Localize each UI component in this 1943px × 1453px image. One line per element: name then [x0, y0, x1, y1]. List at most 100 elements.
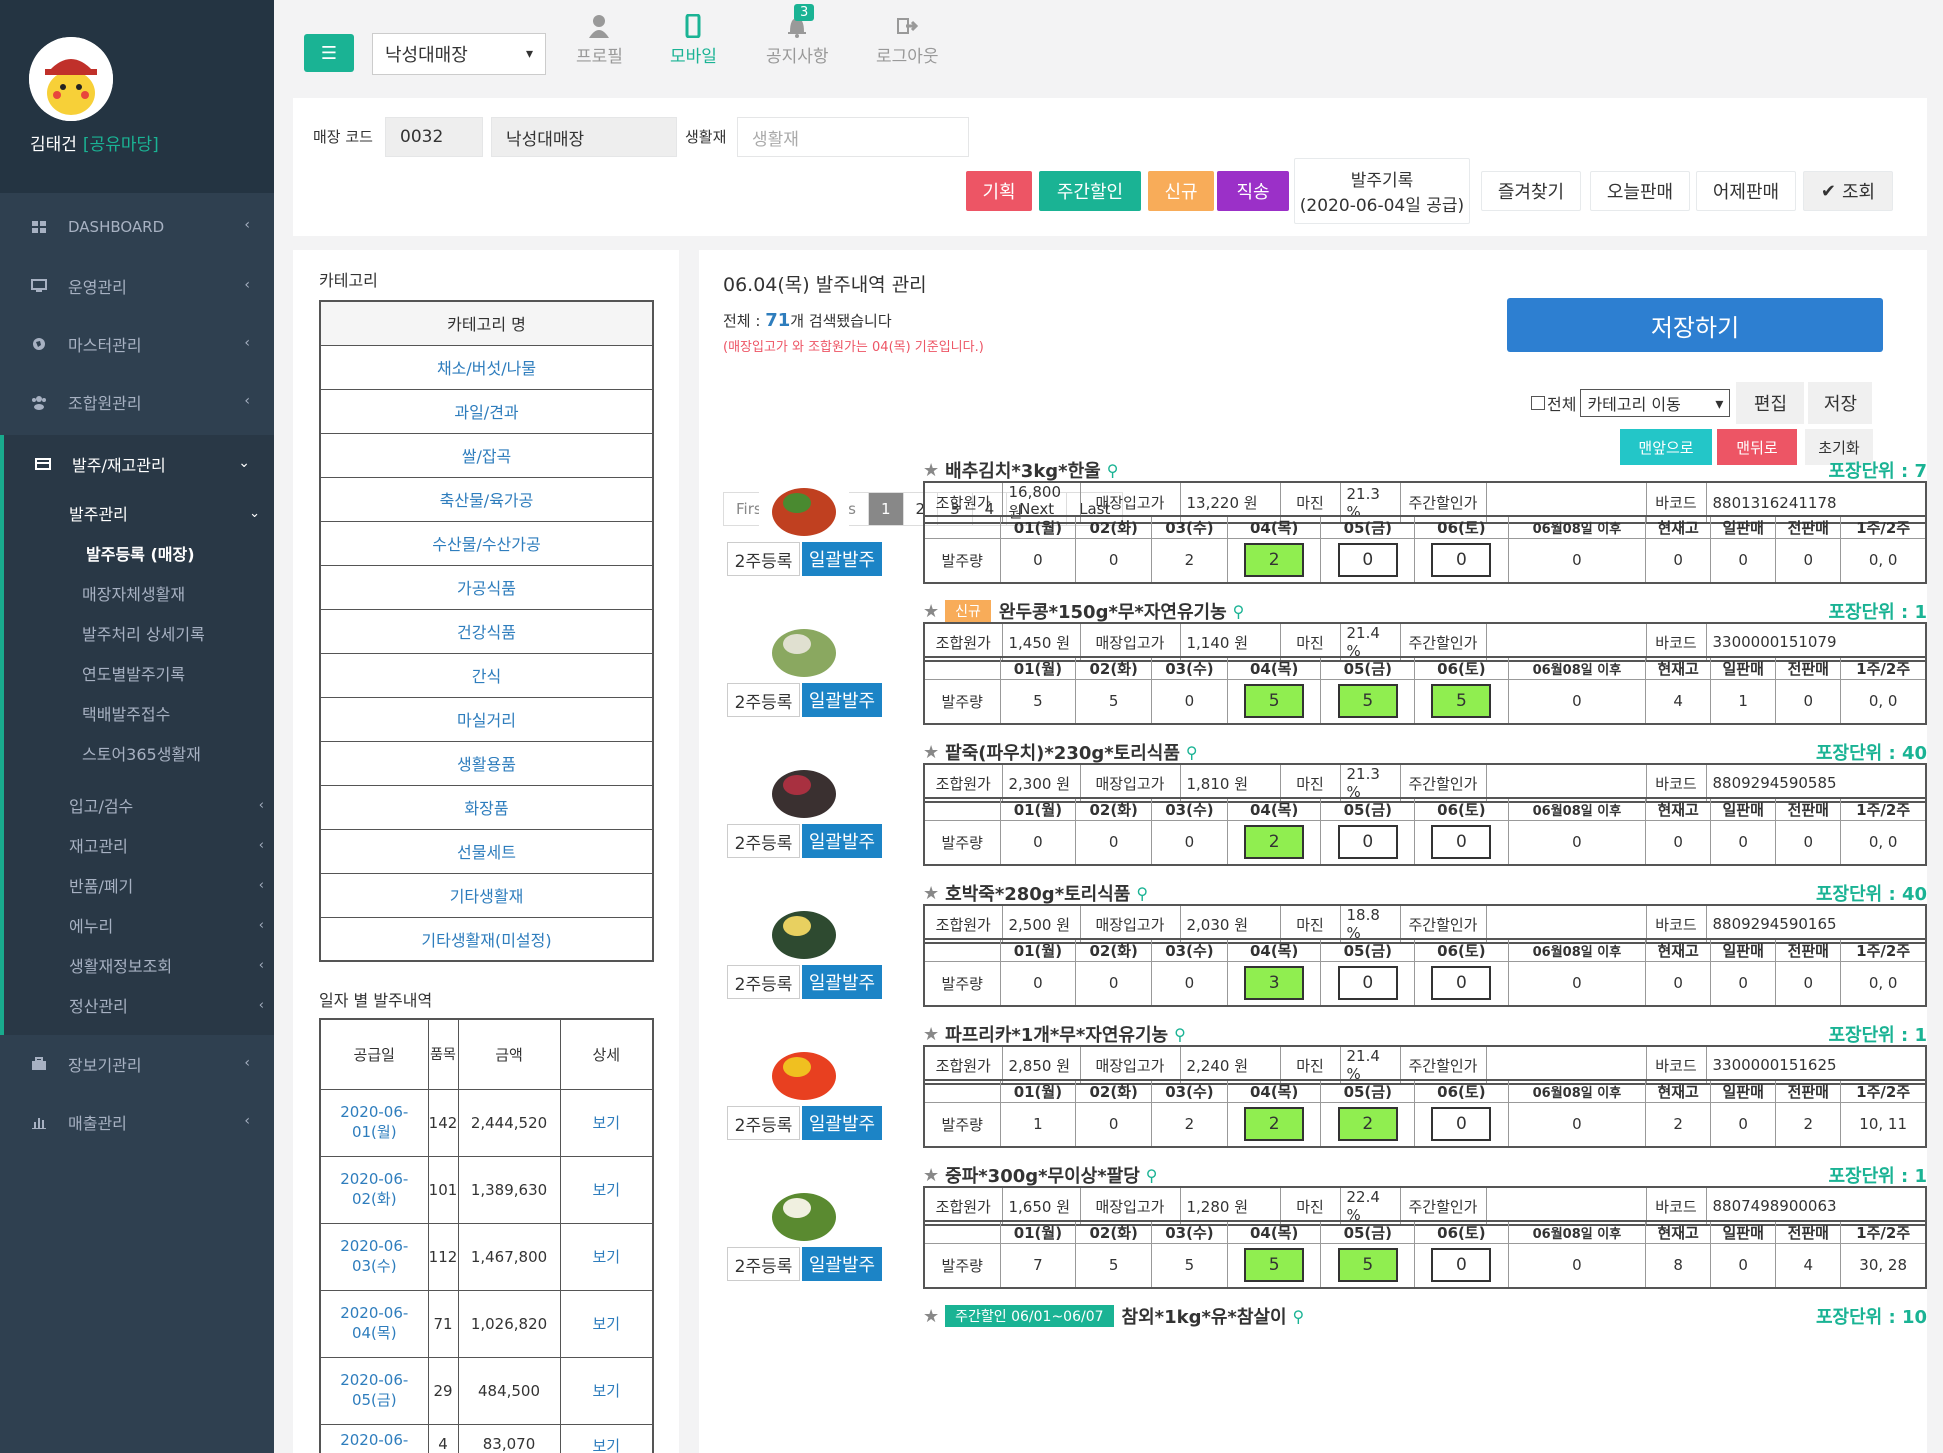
search-icon[interactable]: ⚲ — [1146, 1166, 1158, 1185]
topnav-profile[interactable]: 프로필 — [576, 14, 623, 67]
menu-toggle-button[interactable]: ☰ — [304, 34, 354, 72]
star-icon[interactable]: ★ — [923, 601, 939, 622]
search-icon[interactable]: ⚲ — [1186, 743, 1198, 762]
avatar[interactable] — [29, 37, 113, 121]
direct-button[interactable]: 직송 — [1217, 171, 1289, 211]
subnav-return[interactable]: 반품/폐기 ‹ — [4, 865, 274, 905]
star-icon[interactable]: ★ — [923, 460, 939, 481]
order-qty-input[interactable]: 5 — [1431, 684, 1492, 719]
category-item[interactable]: 과일/견과 — [319, 388, 654, 434]
order-qty-input[interactable]: 5 — [1337, 684, 1398, 719]
order-qty-input[interactable]: 0 — [1431, 1248, 1492, 1283]
search-icon[interactable]: ⚲ — [1293, 1307, 1305, 1326]
subnav-inventory[interactable]: 재고관리 ‹ — [4, 825, 274, 865]
bulk-order-button[interactable]: 일괄발주 — [802, 542, 882, 576]
category-item[interactable]: 마실거리 — [319, 696, 654, 742]
bulk-order-button[interactable]: 일괄발주 — [802, 1106, 882, 1140]
search-icon[interactable]: ⚲ — [1174, 1025, 1186, 1044]
order-qty-input[interactable]: 5 — [1244, 1248, 1305, 1283]
category-item[interactable]: 채소/버섯/나물 — [319, 344, 654, 390]
category-item[interactable]: 건강식품 — [319, 608, 654, 654]
nav-master[interactable]: 마스터관리 ‹ — [0, 315, 274, 373]
nav-dashboard[interactable]: DASHBOARD ‹ — [0, 197, 274, 257]
topnav-logout[interactable]: 로그아웃 — [876, 14, 939, 67]
user-name[interactable]: 김태건 [공유마당] — [30, 130, 159, 155]
order-qty-input[interactable]: 0 — [1431, 543, 1492, 578]
order-qty-input[interactable]: 5 — [1337, 1248, 1398, 1283]
category-item[interactable]: 수산물/수산가공 — [319, 520, 654, 566]
edit-button[interactable]: 편집 — [1736, 382, 1805, 424]
two-week-register-button[interactable]: 2주등록 — [727, 683, 800, 717]
nav-sales[interactable]: 매출관리 ‹ — [0, 1093, 274, 1151]
subnav-yearly-order[interactable]: 연도별발주기록 — [4, 653, 274, 693]
search-icon[interactable]: ⚲ — [1107, 461, 1119, 480]
subnav-receiving[interactable]: 입고/검수 ‹ — [4, 785, 274, 825]
two-week-register-button[interactable]: 2주등록 — [727, 1247, 800, 1281]
select-all-checkbox[interactable] — [1531, 396, 1545, 410]
subnav-order-mgmt[interactable]: 발주관리 ⌄ — [4, 493, 274, 533]
order-qty-input[interactable]: 0 — [1431, 825, 1492, 860]
yesterday-sales-button[interactable]: 어제판매 — [1696, 171, 1796, 211]
subnav-store365[interactable]: 스토어365생활재 — [4, 733, 274, 773]
search-icon[interactable]: ⚲ — [1233, 602, 1245, 621]
star-icon[interactable]: ★ — [923, 1165, 939, 1186]
category-move-select[interactable]: 카테고리 이동 ▾ — [1580, 389, 1731, 417]
today-sales-button[interactable]: 오늘판매 — [1590, 171, 1690, 211]
order-history-button[interactable]: 발주기록 (2020-06-04일 공급) — [1294, 158, 1470, 224]
store-select[interactable]: 낙성대매장 ▾ — [372, 33, 546, 75]
bulk-order-button[interactable]: 일괄발주 — [802, 965, 882, 999]
search-icon[interactable]: ⚲ — [1136, 884, 1148, 903]
subnav-settlement[interactable]: 정산관리 ‹ — [4, 985, 274, 1025]
two-week-register-button[interactable]: 2주등록 — [727, 1106, 800, 1140]
category-item[interactable]: 축산물/육가공 — [319, 476, 654, 522]
subnav-order-detail[interactable]: 발주처리 상세기록 — [4, 613, 274, 653]
order-qty-input[interactable]: 2 — [1244, 543, 1305, 578]
order-qty-input[interactable]: 3 — [1244, 966, 1305, 1001]
subnav-delivery-order[interactable]: 택배발주접수 — [4, 693, 274, 733]
detail-link[interactable]: 보기 — [559, 1289, 654, 1358]
subnav-order-register[interactable]: 발주등록 (매장) — [4, 533, 274, 573]
two-week-register-button[interactable]: 2주등록 — [727, 824, 800, 858]
category-item[interactable]: 간식 — [319, 652, 654, 698]
search-button[interactable]: ✔ 조회 — [1803, 171, 1893, 211]
detail-link[interactable]: 보기 — [559, 1222, 654, 1291]
category-item[interactable]: 쌀/잡곡 — [319, 432, 654, 478]
star-icon[interactable]: ★ — [923, 883, 939, 904]
new-button[interactable]: 신규 — [1148, 171, 1214, 211]
nav-operation[interactable]: 운영관리 ‹ — [0, 257, 274, 315]
order-qty-input[interactable]: 0 — [1337, 825, 1398, 860]
order-qty-input[interactable]: 2 — [1244, 825, 1305, 860]
bulk-order-button[interactable]: 일괄발주 — [802, 824, 882, 858]
category-item[interactable]: 기타생활재(미설정) — [319, 916, 654, 962]
star-icon[interactable]: ★ — [923, 1024, 939, 1045]
favorites-button[interactable]: 즐겨찾기 — [1481, 171, 1581, 211]
weekly-discount-button[interactable]: 주간할인 — [1039, 171, 1141, 211]
category-item[interactable]: 가공식품 — [319, 564, 654, 610]
two-week-register-button[interactable]: 2주등록 — [727, 965, 800, 999]
star-icon[interactable]: ★ — [923, 742, 939, 763]
topnav-notice[interactable]: 공지사항 3 — [766, 4, 829, 67]
category-item[interactable]: 화장품 — [319, 784, 654, 830]
order-qty-input[interactable]: 5 — [1244, 684, 1305, 719]
save-all-button[interactable]: 저장하기 — [1507, 298, 1883, 352]
nav-order-inventory[interactable]: 발주/재고관리 ⌄ — [0, 435, 274, 493]
star-icon[interactable]: ★ — [923, 1306, 939, 1327]
order-qty-input[interactable]: 2 — [1337, 1107, 1398, 1142]
order-qty-input[interactable]: 0 — [1431, 966, 1492, 1001]
topnav-mobile[interactable]: 모바일 — [670, 14, 717, 67]
detail-link[interactable]: 보기 — [559, 1423, 654, 1453]
order-qty-input[interactable]: 2 — [1244, 1107, 1305, 1142]
detail-link[interactable]: 보기 — [559, 1088, 654, 1157]
order-qty-input[interactable]: 0 — [1337, 543, 1398, 578]
item-search-input[interactable]: 생활재 — [737, 117, 969, 157]
detail-link[interactable]: 보기 — [559, 1155, 654, 1224]
nav-members[interactable]: 조합원관리 ‹ — [0, 373, 274, 431]
subnav-enuri[interactable]: 에누리 ‹ — [4, 905, 274, 945]
category-item[interactable]: 생활용품 — [319, 740, 654, 786]
plan-button[interactable]: 기획 — [966, 171, 1032, 211]
subnav-item-info[interactable]: 생활재정보조회 ‹ — [4, 945, 274, 985]
two-week-register-button[interactable]: 2주등록 — [727, 542, 800, 576]
subnav-store-items[interactable]: 매장자체생활재 — [4, 573, 274, 613]
order-qty-input[interactable]: 0 — [1337, 966, 1398, 1001]
category-item[interactable]: 선물세트 — [319, 828, 654, 874]
